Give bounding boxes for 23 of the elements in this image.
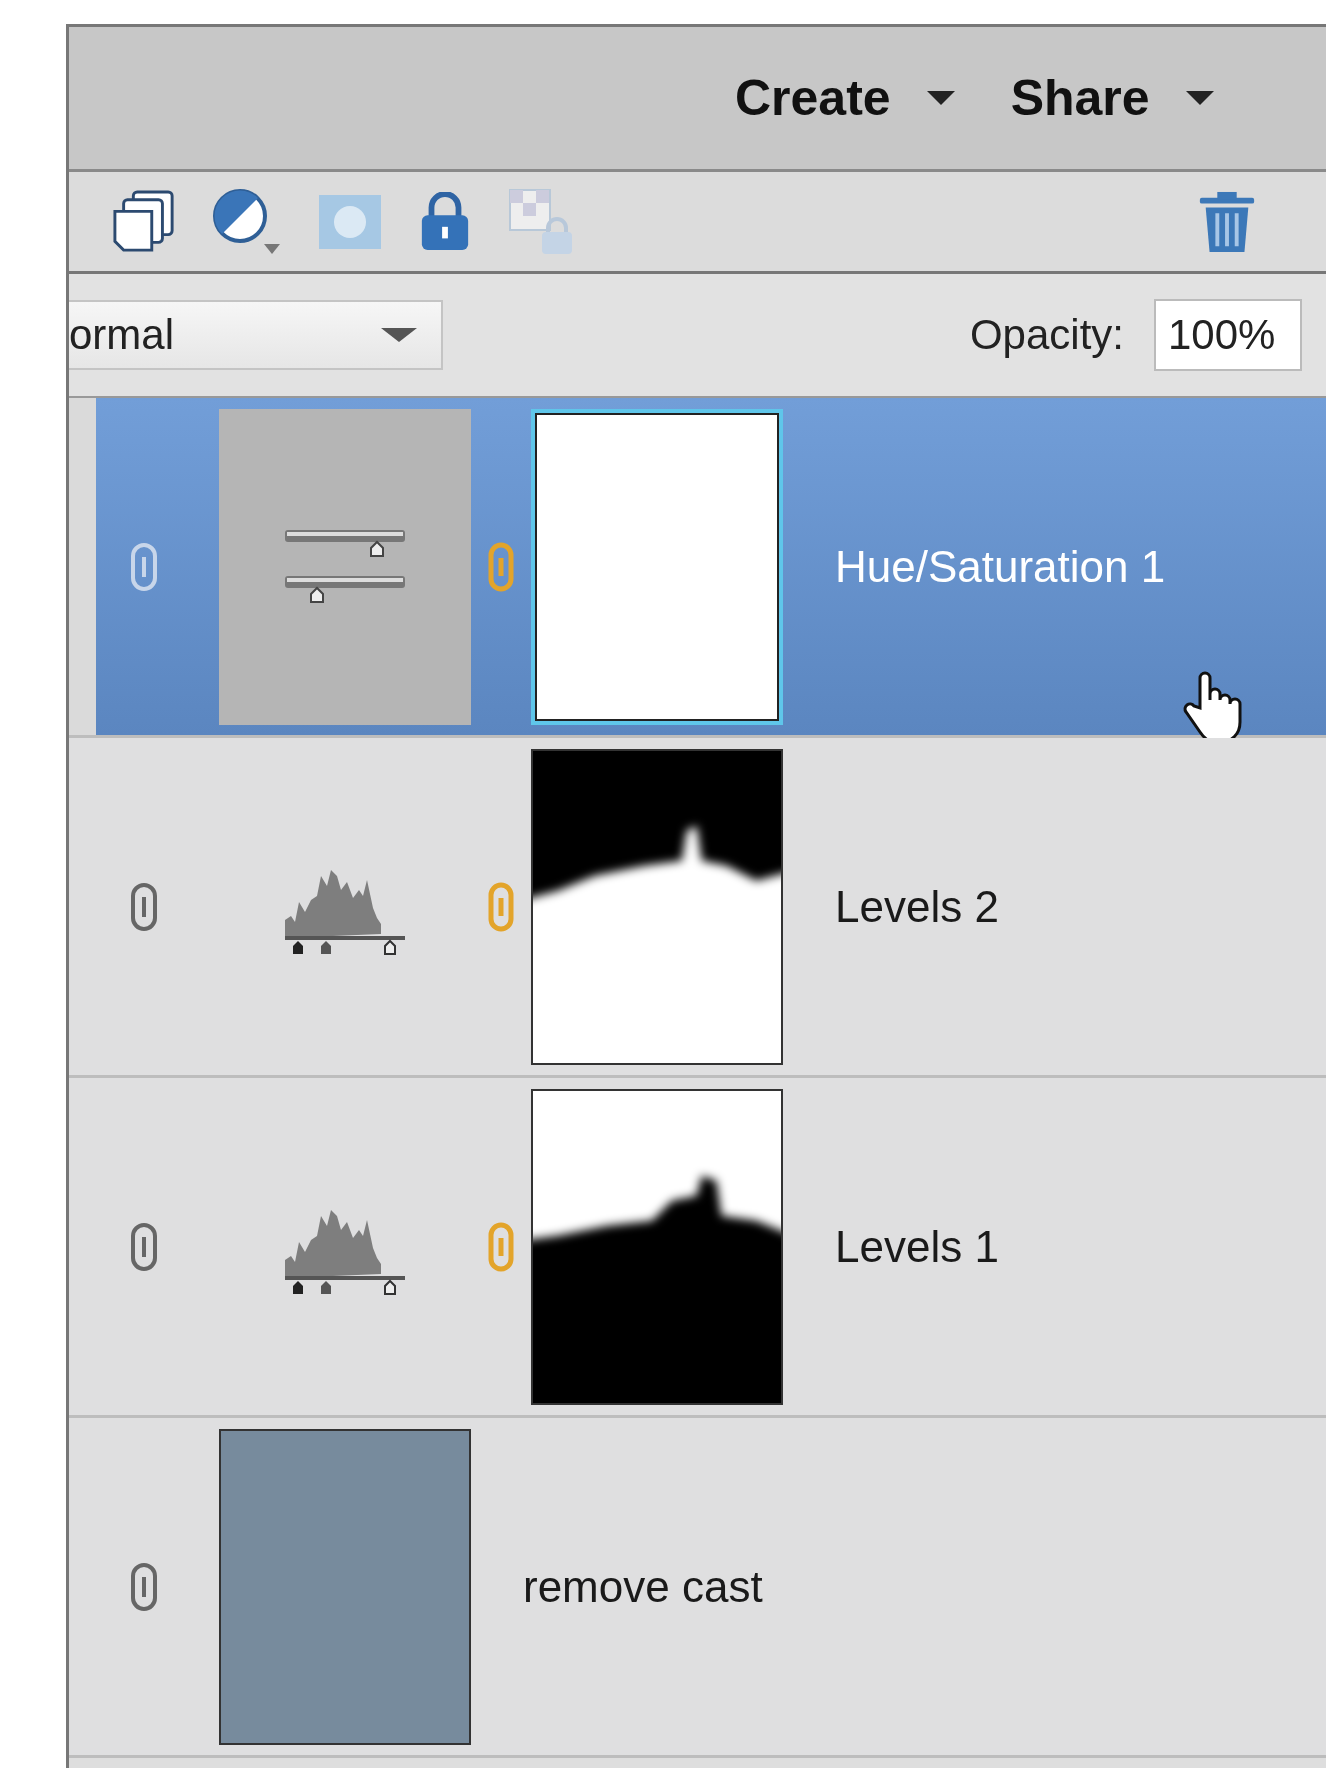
blend-mode-dropdown[interactable]: ormal bbox=[69, 300, 443, 370]
opacity-field[interactable]: 100% bbox=[1154, 299, 1302, 371]
layer-row[interactable]: Levels 2 bbox=[69, 738, 1326, 1078]
adjustment-layer-icon[interactable] bbox=[212, 187, 282, 256]
mask-thumbnail[interactable] bbox=[531, 748, 783, 1065]
opacity-label: Opacity: bbox=[969, 311, 1124, 359]
link-icon[interactable] bbox=[129, 1562, 159, 1611]
link-icon[interactable] bbox=[129, 542, 159, 591]
layer-name: Levels 2 bbox=[835, 881, 999, 932]
menu-button[interactable]: Share bbox=[1010, 69, 1214, 127]
layer-name: remove cast bbox=[523, 1561, 763, 1612]
hue-saturation-icon bbox=[285, 529, 405, 604]
caret-icon bbox=[926, 91, 955, 105]
caret-icon bbox=[381, 328, 417, 342]
menu-button[interactable]: Create bbox=[735, 69, 955, 127]
link-icon[interactable] bbox=[129, 882, 159, 931]
new-layer-icon[interactable] bbox=[112, 189, 176, 254]
mask-thumbnail[interactable] bbox=[531, 408, 783, 725]
link-icon[interactable] bbox=[129, 1222, 159, 1271]
mask-thumbnail[interactable] bbox=[531, 1088, 783, 1405]
layer-name: Levels 1 bbox=[835, 1221, 999, 1272]
layer-name: Hue/Saturation 1 bbox=[835, 541, 1166, 592]
caret-icon bbox=[1185, 91, 1214, 105]
